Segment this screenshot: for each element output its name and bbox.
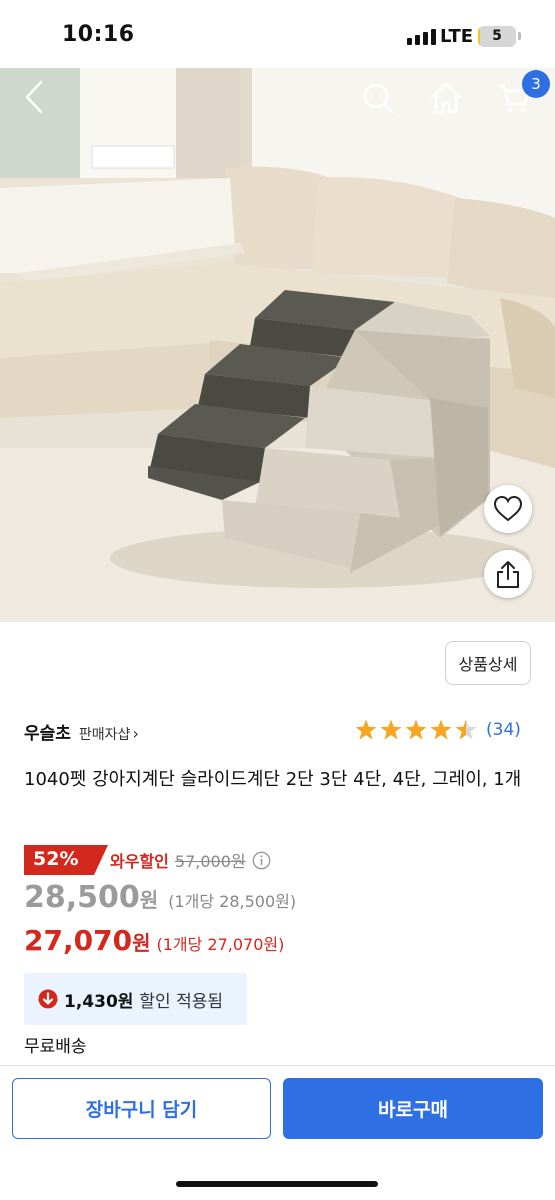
sale-price-currency: 원 <box>139 888 159 912</box>
sale-price: 28,500 원 (1개당 28,500원) <box>24 880 296 915</box>
wow-price-currency: 원 <box>132 931 151 955</box>
wow-price-amount: 27,070 <box>24 924 133 957</box>
wow-discount-label: 와우할인 <box>110 852 169 871</box>
product-photo <box>0 68 555 622</box>
status-bar: 10:16 LTE 5 <box>0 0 555 68</box>
seller-shop-label: 판매자샵 <box>78 727 131 743</box>
cart-count-badge: 3 <box>522 70 550 98</box>
discount-percent: 52% <box>33 848 79 870</box>
heart-icon <box>493 495 523 522</box>
applied-discount-amount: 1,430원 <box>64 991 134 1012</box>
back-icon <box>25 80 43 114</box>
discount-row: 52% 와우할인 57,000원 <box>24 845 271 875</box>
battery-level: 5 <box>492 28 502 44</box>
product-title: 1040펫 강아지계단 슬라이드계단 2단 3단 4단, 4단, 그레이, 1개 <box>24 769 522 790</box>
chevron-right-icon: › <box>132 724 139 743</box>
star-icon <box>430 719 452 740</box>
star-icon <box>355 719 377 740</box>
star-icon <box>380 719 402 740</box>
add-to-cart-button[interactable]: 장바구니 담기 <box>12 1078 271 1139</box>
back-button[interactable] <box>20 80 48 114</box>
discount-badge: 52% <box>24 845 108 875</box>
original-price: 57,000원 <box>174 852 246 871</box>
sale-unit-price: (1개당 28,500원) <box>168 892 297 911</box>
status-time: 10:16 <box>62 22 135 47</box>
search-button[interactable] <box>360 80 396 116</box>
search-icon <box>363 83 394 114</box>
network-type: LTE <box>440 26 474 47</box>
seller-name: 우슬초 <box>24 724 71 744</box>
product-image[interactable] <box>0 68 555 622</box>
home-button[interactable] <box>428 80 464 116</box>
product-detail-button[interactable]: 상품상세 <box>445 641 531 685</box>
shipping-info: 무료배송 <box>24 1037 87 1057</box>
share-button[interactable] <box>484 550 532 598</box>
info-icon[interactable] <box>252 851 271 870</box>
seller-link[interactable]: 우슬초 판매자샵 › <box>24 719 139 744</box>
star-icon <box>455 719 477 740</box>
wow-unit-price: (1개당 27,070원) <box>156 935 285 954</box>
battery-icon: 5 <box>478 26 516 47</box>
review-count[interactable]: (34) <box>486 720 521 740</box>
applied-discount-text: 할인 적용됨 <box>139 991 224 1012</box>
buy-now-button[interactable]: 바로구매 <box>283 1078 543 1139</box>
divider <box>0 1065 555 1066</box>
sale-price-amount: 28,500 <box>24 880 140 915</box>
share-icon <box>497 561 519 588</box>
battery-cap <box>518 32 521 40</box>
signal-icon <box>407 29 436 45</box>
home-indicator <box>176 1181 378 1187</box>
arrow-down-circle-icon <box>38 989 58 1009</box>
star-icon <box>405 719 427 740</box>
rating-stars <box>355 719 477 740</box>
rating[interactable]: (34) <box>354 718 521 742</box>
wishlist-button[interactable] <box>484 485 532 533</box>
wow-price: 27,070 원 (1개당 27,070원) <box>24 924 284 957</box>
applied-discount-banner: 1,430원 할인 적용됨 <box>24 973 247 1025</box>
home-icon <box>430 82 462 114</box>
